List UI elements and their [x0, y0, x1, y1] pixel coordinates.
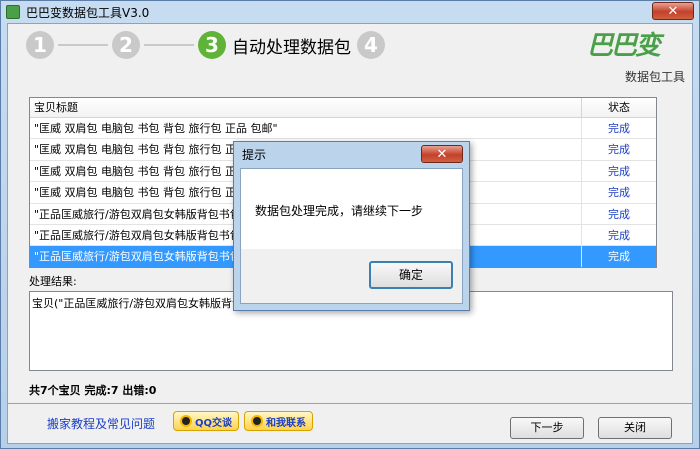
contact-icon [251, 415, 263, 427]
row-status: 完成 [608, 207, 630, 221]
row-status: 完成 [608, 143, 630, 157]
row-status: 完成 [608, 164, 630, 178]
next-button[interactable]: 下一步 [510, 417, 584, 439]
help-link[interactable]: 搬家教程及常见问题 [47, 415, 155, 432]
dialog-close-button[interactable]: ✕ [421, 145, 463, 163]
main-window: 巴巴变数据包工具V3.0 ✕ 1 2 3 自动处理数据包 4 巴巴变 数据包工具… [0, 0, 700, 449]
message-dialog: 提示 ✕ 数据包处理完成，请继续下一步 确定 [233, 141, 470, 311]
dialog-title: 提示 [242, 147, 267, 162]
close-button[interactable]: 关闭 [598, 417, 672, 439]
result-label: 处理结果: [29, 275, 77, 288]
step-indicator: 1 2 3 自动处理数据包 4 [26, 29, 385, 61]
summary-text: 共7个宝贝 完成:7 出错:0 [29, 384, 157, 397]
step-connector [144, 44, 194, 46]
step-2-icon: 2 [112, 31, 140, 59]
step-1-icon: 1 [26, 31, 54, 59]
dialog-title-bar: 提示 ✕ [234, 142, 469, 166]
step-4-icon: 4 [357, 31, 385, 59]
dialog-ok-button[interactable]: 确定 [369, 261, 453, 289]
contact-label: 和我联系 [266, 417, 306, 429]
row-status: 完成 [608, 250, 630, 264]
dialog-body: 数据包处理完成，请继续下一步 确定 [240, 168, 463, 304]
contact-button[interactable]: 和我联系 [244, 411, 313, 431]
qq-chat-label: QQ交谈 [195, 417, 233, 429]
dialog-message: 数据包处理完成，请继续下一步 [255, 204, 424, 218]
logo-subtitle: 数据包工具 [624, 70, 685, 84]
window-close-button[interactable]: ✕ [652, 2, 694, 20]
window-title: 巴巴变数据包工具V3.0 [26, 5, 150, 20]
logo-glyph: 巴巴变 [587, 31, 661, 61]
app-icon [6, 5, 20, 19]
row-status: 完成 [608, 122, 630, 135]
active-step-label: 自动处理数据包 [232, 37, 351, 58]
column-header-title[interactable]: 宝贝标题 [30, 98, 582, 117]
dialog-message-area: 数据包处理完成，请继续下一步 [241, 169, 462, 249]
row-status: 完成 [608, 186, 630, 200]
qq-chat-button[interactable]: QQ交谈 [173, 411, 240, 431]
footer-divider [7, 403, 693, 404]
title-bar: 巴巴变数据包工具V3.0 ✕ [1, 1, 699, 23]
table-header: 宝贝标题 状态 [30, 98, 656, 118]
table-row[interactable]: "匡威 双肩包 电脑包 书包 背包 旅行包 正品 包邮" 完成 [30, 118, 656, 140]
row-title: "匡威 双肩包 电脑包 书包 背包 旅行包 正品 包邮" [30, 118, 582, 139]
column-header-status[interactable]: 状态 [582, 98, 656, 117]
step-connector [58, 44, 108, 46]
brand-logo: 巴巴变 数据包工具 [575, 25, 685, 89]
step-3-icon: 3 [198, 31, 226, 59]
qq-icon [180, 415, 192, 427]
row-status: 完成 [608, 228, 630, 242]
